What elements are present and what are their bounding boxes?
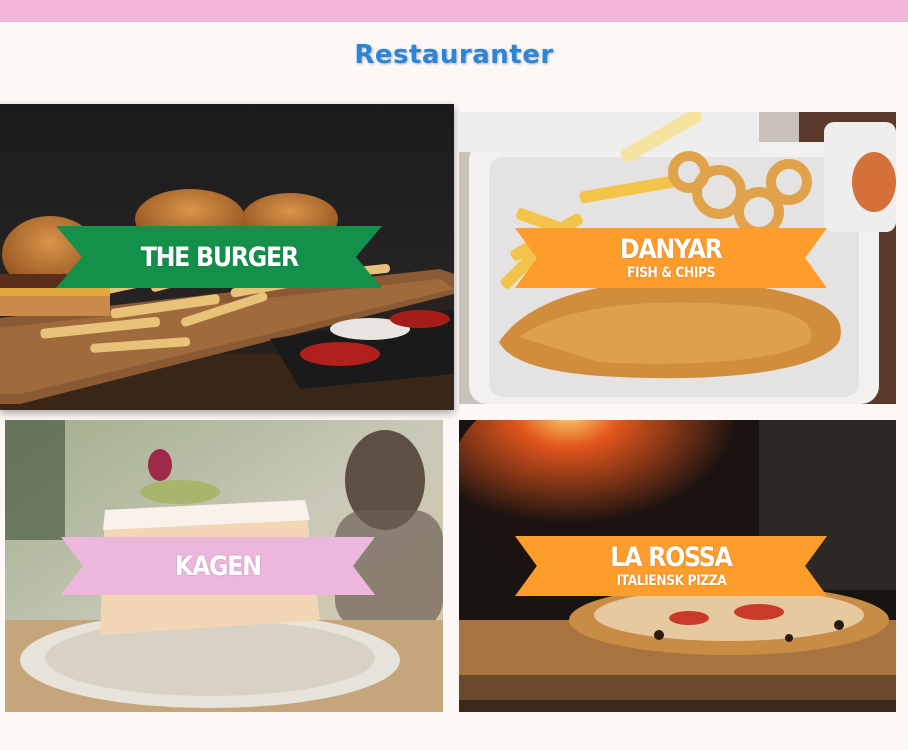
- restaurant-banner: LA ROSSA ITALIENSK PIZZA: [515, 536, 827, 596]
- restaurant-subtitle: FISH & CHIPS: [626, 265, 716, 281]
- top-bar: [0, 0, 908, 22]
- restaurant-banner: DANYAR FISH & CHIPS: [515, 228, 827, 288]
- restaurant-card-the-burger[interactable]: THE BURGER: [0, 104, 454, 410]
- restaurant-card-danyar[interactable]: DANYAR FISH & CHIPS: [459, 112, 896, 404]
- restaurant-subtitle: ITALIENSK PIZZA: [616, 573, 726, 589]
- restaurant-name: KAGEN: [175, 550, 262, 582]
- restaurant-banner: THE BURGER: [56, 226, 382, 288]
- restaurant-name: THE BURGER: [140, 241, 298, 273]
- page-title: Restauranter: [354, 40, 554, 70]
- restaurant-card-la-rossa[interactable]: LA ROSSA ITALIENSK PIZZA: [459, 420, 896, 712]
- restaurant-name: DANYAR: [620, 234, 723, 265]
- restaurant-card-kagen[interactable]: KAGEN: [5, 420, 443, 712]
- restaurant-name: LA ROSSA: [610, 542, 733, 573]
- restaurant-banner: KAGEN: [61, 537, 375, 595]
